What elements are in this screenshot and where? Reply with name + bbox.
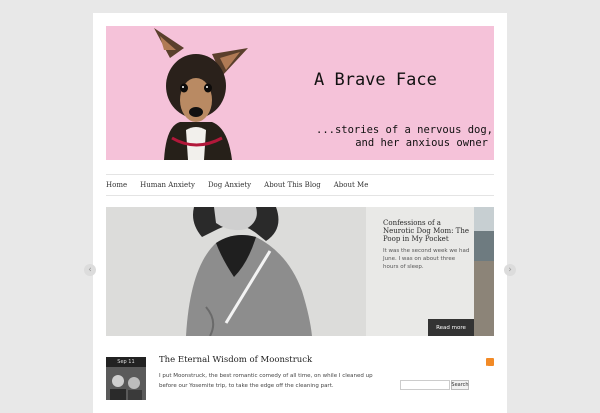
next-slide-preview[interactable] [474, 207, 494, 336]
dog-photo [154, 28, 248, 160]
site-tagline: ...stories of a nervous dog, and her anx… [316, 124, 494, 150]
tagline-line-1: ...stories of a nervous dog, [316, 124, 494, 136]
read-more-button[interactable]: Read more [428, 319, 474, 336]
slide-photo[interactable] [106, 207, 366, 336]
post-thumbnail-image [106, 367, 146, 400]
nav-item-about-me[interactable]: About Me [334, 181, 369, 189]
tagline-line-2: and her anxious owner [355, 137, 488, 149]
nav-item-dog-anxiety[interactable]: Dog Anxiety [208, 181, 251, 189]
post-date-badge: Sep 11 [106, 357, 146, 367]
featured-slider: Confessions of a Neurotic Dog Mom: The P… [106, 207, 494, 336]
slide-caption-panel: Confessions of a Neurotic Dog Mom: The P… [366, 207, 474, 336]
rss-icon[interactable] [486, 358, 494, 373]
page-container: A Brave Face ...stories of a nervous dog… [93, 13, 507, 413]
slide-excerpt: It was the second week we had June. I wa… [383, 248, 470, 270]
nav-item-human-anxiety[interactable]: Human Anxiety [140, 181, 195, 189]
slider-next-arrow[interactable]: › [504, 264, 516, 276]
post-excerpt: I put Moonstruck, the best romantic come… [159, 373, 373, 389]
slider-prev-arrow[interactable]: ‹ [84, 264, 96, 276]
header-banner[interactable]: A Brave Face ...stories of a nervous dog… [106, 26, 494, 160]
nav-item-about-this-blog[interactable]: About This Blog [264, 181, 321, 189]
slide-title[interactable]: Confessions of a Neurotic Dog Mom: The P… [383, 219, 473, 243]
main-nav: Home Human Anxiety Dog Anxiety About Thi… [106, 174, 494, 196]
search-button[interactable]: Search [451, 380, 469, 390]
post-thumbnail[interactable]: Sep 11 [106, 357, 146, 400]
post-title[interactable]: The Eternal Wisdom of Moonstruck [159, 355, 312, 365]
nav-item-home[interactable]: Home [106, 181, 127, 189]
site-title[interactable]: A Brave Face [314, 70, 437, 90]
search-input[interactable] [400, 380, 450, 390]
